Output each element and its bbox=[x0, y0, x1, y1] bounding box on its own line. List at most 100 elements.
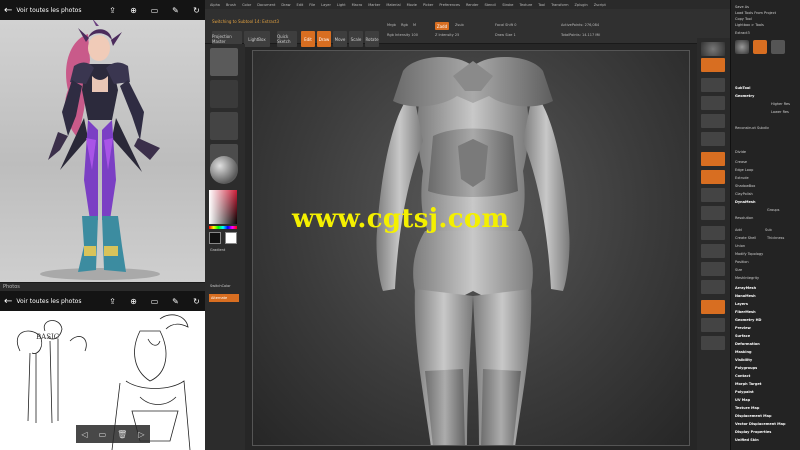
palette-reconstruct[interactable]: Reconstruct Subdiv bbox=[735, 126, 769, 130]
next-photo-icon[interactable]: ▷ bbox=[138, 430, 144, 439]
menu-document[interactable]: Document bbox=[257, 3, 275, 7]
main-color-swatch[interactable] bbox=[209, 232, 221, 244]
palette-morph-target[interactable]: Morph Target bbox=[735, 382, 761, 386]
menu-stroke[interactable]: Stroke bbox=[502, 3, 513, 7]
m-toggle[interactable]: M bbox=[413, 23, 416, 27]
mrgb-toggle[interactable]: Mrgb bbox=[387, 23, 396, 27]
see-all-photos-link[interactable]: Voir toutes les photos bbox=[16, 7, 96, 14]
local-button[interactable] bbox=[701, 188, 725, 202]
color-picker[interactable] bbox=[209, 190, 237, 224]
alpha-thumbnail[interactable] bbox=[210, 112, 238, 140]
persp-button[interactable] bbox=[701, 152, 725, 166]
palette-display-properties[interactable]: Display Properties bbox=[735, 430, 771, 434]
palette-save-as[interactable]: Save As bbox=[735, 5, 749, 9]
palette-deformation[interactable]: Deformation bbox=[735, 342, 760, 346]
palette-unified-skin[interactable]: Unified Skin bbox=[735, 438, 759, 442]
menu-marker[interactable]: Marker bbox=[368, 3, 380, 7]
rotate-icon[interactable]: ↻ bbox=[192, 6, 201, 15]
bpr-button[interactable] bbox=[701, 42, 725, 56]
palette-subtool[interactable]: SubTool bbox=[735, 86, 750, 90]
palette-groups[interactable]: Groups bbox=[767, 208, 779, 212]
palette-edge-loop[interactable]: Edge Loop bbox=[735, 168, 753, 172]
view-icon[interactable]: ▭ bbox=[99, 430, 107, 439]
palette-union[interactable]: Union bbox=[735, 244, 745, 248]
focal-shift-slider[interactable]: Focal Shift 0 bbox=[495, 23, 516, 27]
palette-surface[interactable]: Surface bbox=[735, 334, 750, 338]
menu-draw[interactable]: Draw bbox=[281, 3, 290, 7]
edit-button[interactable]: Edit bbox=[301, 31, 315, 47]
palette-lower-res[interactable]: Lower Res bbox=[771, 110, 789, 114]
palette-lightbox-tools[interactable]: Lightbox > Tools bbox=[735, 23, 764, 27]
rgb-toggle[interactable]: Rgb bbox=[401, 23, 408, 27]
zoom3d-button[interactable] bbox=[701, 262, 725, 276]
share-icon[interactable]: ⇪ bbox=[108, 297, 117, 306]
scale-button[interactable]: Scale bbox=[349, 31, 363, 47]
menu-zplugin[interactable]: Zplugin bbox=[574, 3, 587, 7]
previous-photo-icon[interactable]: ◁ bbox=[81, 430, 87, 439]
palette-geometry[interactable]: Geometry bbox=[735, 94, 754, 98]
material-thumbnail[interactable] bbox=[210, 156, 238, 184]
rotate-icon[interactable]: ↻ bbox=[192, 297, 201, 306]
menu-stencil[interactable]: Stencil bbox=[484, 3, 496, 7]
menu-picker[interactable]: Picker bbox=[423, 3, 433, 7]
zoom-button[interactable] bbox=[701, 96, 725, 110]
delete-icon[interactable]: 🗑 bbox=[117, 430, 127, 439]
palette-preview[interactable]: Preview bbox=[735, 326, 751, 330]
see-all-photos-link[interactable]: Voir toutes les photos bbox=[16, 298, 96, 305]
palette-shadowbox[interactable]: ShadowBox bbox=[735, 184, 755, 188]
xyz-button[interactable] bbox=[701, 206, 725, 220]
draw-size-slider[interactable]: Draw Size 1 bbox=[495, 33, 516, 37]
slideshow-icon[interactable]: ▭ bbox=[150, 6, 159, 15]
quick-sketch-button[interactable]: Quick Sketch bbox=[277, 31, 297, 47]
palette-crease[interactable]: Crease bbox=[735, 160, 747, 164]
palette-arraymesh[interactable]: ArrayMesh bbox=[735, 286, 756, 290]
menu-alpha[interactable]: Alpha bbox=[210, 3, 220, 7]
menu-file[interactable]: File bbox=[309, 3, 315, 7]
palette-meshintegrity[interactable]: MeshIntegrity bbox=[735, 276, 759, 280]
palette-create-shell[interactable]: Create Shell bbox=[735, 236, 756, 240]
tool-thumb-extract[interactable] bbox=[771, 40, 785, 54]
rotate-view-button[interactable] bbox=[701, 280, 725, 294]
palette-thickness[interactable]: Thickness bbox=[767, 236, 784, 240]
back-arrow-icon[interactable]: ← bbox=[4, 5, 12, 16]
menu-texture[interactable]: Texture bbox=[519, 3, 532, 7]
aahalf-button[interactable] bbox=[701, 132, 725, 146]
menu-layer[interactable]: Layer bbox=[321, 3, 331, 7]
palette-load-tools[interactable]: Load Tools From Project bbox=[735, 11, 776, 15]
lightbox-button[interactable]: LightBox bbox=[244, 31, 270, 47]
palette-claypolish[interactable]: ClayPolish bbox=[735, 192, 753, 196]
palette-resolution[interactable]: Resolution bbox=[735, 216, 753, 220]
palette-higher-res[interactable]: Higher Res bbox=[771, 102, 790, 106]
palette-dynamesh[interactable]: DynaMesh bbox=[735, 200, 755, 204]
alternate-button[interactable]: Alternate bbox=[209, 294, 239, 302]
palette-texture-map[interactable]: Texture Map bbox=[735, 406, 759, 410]
palette-visibility[interactable]: Visibility bbox=[735, 358, 752, 362]
palette-extrude[interactable]: Extrude bbox=[735, 176, 749, 180]
palette-divide[interactable]: Divide bbox=[735, 150, 746, 154]
palette-vector-displacement[interactable]: Vector Displacement Map bbox=[735, 422, 785, 426]
palette-nanomesh[interactable]: NanoMesh bbox=[735, 294, 756, 298]
menu-edit[interactable]: Edit bbox=[297, 3, 304, 7]
palette-contact[interactable]: Contact bbox=[735, 374, 750, 378]
zbrush-canvas[interactable] bbox=[252, 50, 690, 446]
slideshow-icon[interactable]: ▭ bbox=[150, 297, 159, 306]
menu-brush[interactable]: Brush bbox=[226, 3, 236, 7]
actual-button[interactable] bbox=[701, 114, 725, 128]
menu-movie[interactable]: Movie bbox=[407, 3, 417, 7]
zadd-button[interactable]: Zadd bbox=[435, 22, 449, 30]
edit-icon[interactable]: ✎ bbox=[171, 6, 180, 15]
gradient-label[interactable]: Gradient bbox=[210, 248, 225, 252]
scroll-button[interactable] bbox=[701, 78, 725, 92]
palette-sub[interactable]: Sub bbox=[765, 228, 772, 232]
floor-button[interactable] bbox=[701, 170, 725, 184]
polyf-button[interactable] bbox=[701, 300, 725, 314]
menu-color[interactable]: Color bbox=[242, 3, 251, 7]
rotate-button[interactable]: Rotate bbox=[365, 31, 379, 47]
palette-masking[interactable]: Masking bbox=[735, 350, 751, 354]
menu-tool[interactable]: Tool bbox=[538, 3, 545, 7]
palette-uv-map[interactable]: UV Map bbox=[735, 398, 750, 402]
secondary-color-swatch[interactable] bbox=[225, 232, 237, 244]
palette-copy-tool[interactable]: Copy Tool bbox=[735, 17, 752, 21]
menu-zscript[interactable]: Zscript bbox=[594, 3, 606, 7]
frame-button[interactable] bbox=[701, 226, 725, 240]
